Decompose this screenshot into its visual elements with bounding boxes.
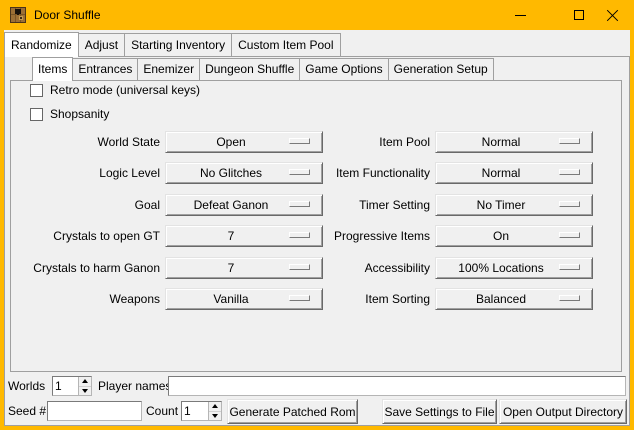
accessibility-dropdown[interactable]: 100% Locations xyxy=(435,257,593,279)
crystals-harm-ganon-value: 7 xyxy=(228,258,261,278)
dropdown-indicator-icon xyxy=(559,138,580,144)
item-pool-value: Normal xyxy=(482,132,547,152)
inner-tab-bar: Items Entrances Enemizer Dungeon Shuffle… xyxy=(32,57,493,81)
item-functionality-dropdown[interactable]: Normal xyxy=(435,162,593,184)
worlds-input[interactable] xyxy=(53,377,78,395)
item-sorting-label: Item Sorting xyxy=(270,288,430,310)
close-icon xyxy=(606,9,619,22)
timer-setting-dropdown[interactable]: No Timer xyxy=(435,194,593,216)
minimize-icon xyxy=(515,15,526,16)
retro-mode-label: Retro mode (universal keys) xyxy=(50,83,200,97)
tab-custom-item-pool[interactable]: Custom Item Pool xyxy=(231,33,340,56)
door-shuffle-window: Door Shuffle Randomize Adjust Starting I… xyxy=(0,0,634,430)
count-spinbox[interactable] xyxy=(181,401,222,421)
world-state-value: Open xyxy=(216,132,271,152)
tab-game-options[interactable]: Game Options xyxy=(299,58,388,80)
tab-dungeon-shuffle[interactable]: Dungeon Shuffle xyxy=(199,58,300,80)
tab-adjust[interactable]: Adjust xyxy=(78,33,125,56)
accessibility-value: 100% Locations xyxy=(458,258,569,278)
timer-setting-value: No Timer xyxy=(477,195,552,215)
generate-patched-rom-button[interactable]: Generate Patched Rom xyxy=(227,399,358,424)
count-input[interactable] xyxy=(182,402,208,420)
seed-input[interactable] xyxy=(47,401,142,421)
maximize-icon xyxy=(574,10,584,20)
dropdown-indicator-icon xyxy=(559,264,580,270)
shopsanity-checkbox[interactable]: Shopsanity xyxy=(30,107,109,121)
seed-label: Seed # xyxy=(8,401,46,421)
progressive-items-label: Progressive Items xyxy=(270,225,430,247)
tab-enemizer[interactable]: Enemizer xyxy=(137,58,200,80)
dropdown-indicator-icon xyxy=(559,169,580,175)
timer-setting-label: Timer Setting xyxy=(270,194,430,216)
titlebar[interactable]: Door Shuffle xyxy=(0,0,634,30)
tab-starting-inventory[interactable]: Starting Inventory xyxy=(124,33,232,56)
crystals-open-gt-value: 7 xyxy=(228,226,261,246)
player-names-input[interactable] xyxy=(168,376,626,396)
tab-generation-setup[interactable]: Generation Setup xyxy=(388,58,494,80)
crystals-harm-ganon-label: Crystals to harm Ganon xyxy=(4,257,160,279)
item-pool-dropdown[interactable]: Normal xyxy=(435,131,593,153)
logic-level-label: Logic Level xyxy=(4,162,160,184)
dropdown-indicator-icon xyxy=(559,232,580,238)
spinner-buttons xyxy=(208,402,221,420)
outer-tab-bar: Randomize Adjust Starting Inventory Cust… xyxy=(4,32,340,57)
open-output-directory-button[interactable]: Open Output Directory xyxy=(499,399,627,424)
progressive-items-value: On xyxy=(493,226,535,246)
worlds-spinbox[interactable] xyxy=(52,376,92,396)
tab-randomize[interactable]: Randomize xyxy=(4,32,79,57)
spin-down-button[interactable] xyxy=(209,412,221,421)
dropdown-indicator-icon xyxy=(559,201,580,207)
tab-items[interactable]: Items xyxy=(32,57,73,81)
item-sorting-value: Balanced xyxy=(476,289,552,309)
shopsanity-label: Shopsanity xyxy=(50,107,109,121)
spin-up-button[interactable] xyxy=(79,377,91,387)
worlds-label: Worlds xyxy=(8,376,45,396)
spin-up-button[interactable] xyxy=(209,402,221,412)
spin-down-button[interactable] xyxy=(79,387,91,396)
crystals-open-gt-label: Crystals to open GT xyxy=(4,225,160,247)
progressive-items-dropdown[interactable]: On xyxy=(435,225,593,247)
player-names-label: Player names xyxy=(98,376,171,396)
tab-entrances[interactable]: Entrances xyxy=(72,58,138,80)
weapons-label: Weapons xyxy=(4,288,160,310)
weapons-value: Vanilla xyxy=(213,289,274,309)
world-state-label: World State xyxy=(4,131,160,153)
window-title: Door Shuffle xyxy=(34,0,101,30)
spinner-buttons xyxy=(78,377,91,395)
close-button[interactable] xyxy=(591,0,634,30)
count-label: Count xyxy=(146,401,178,421)
minimize-button[interactable] xyxy=(498,0,543,30)
item-functionality-value: Normal xyxy=(482,163,547,183)
save-settings-button[interactable]: Save Settings to File xyxy=(382,399,497,424)
item-functionality-label: Item Functionality xyxy=(270,162,430,184)
dropdown-indicator-icon xyxy=(559,295,580,301)
goal-label: Goal xyxy=(4,194,160,216)
accessibility-label: Accessibility xyxy=(270,257,430,279)
item-pool-label: Item Pool xyxy=(270,131,430,153)
checkbox-icon[interactable] xyxy=(30,84,43,97)
retro-mode-checkbox[interactable]: Retro mode (universal keys) xyxy=(30,83,200,97)
door-icon xyxy=(10,7,26,23)
item-sorting-dropdown[interactable]: Balanced xyxy=(435,288,593,310)
checkbox-icon[interactable] xyxy=(30,108,43,121)
client-area: Randomize Adjust Starting Inventory Cust… xyxy=(4,30,630,426)
